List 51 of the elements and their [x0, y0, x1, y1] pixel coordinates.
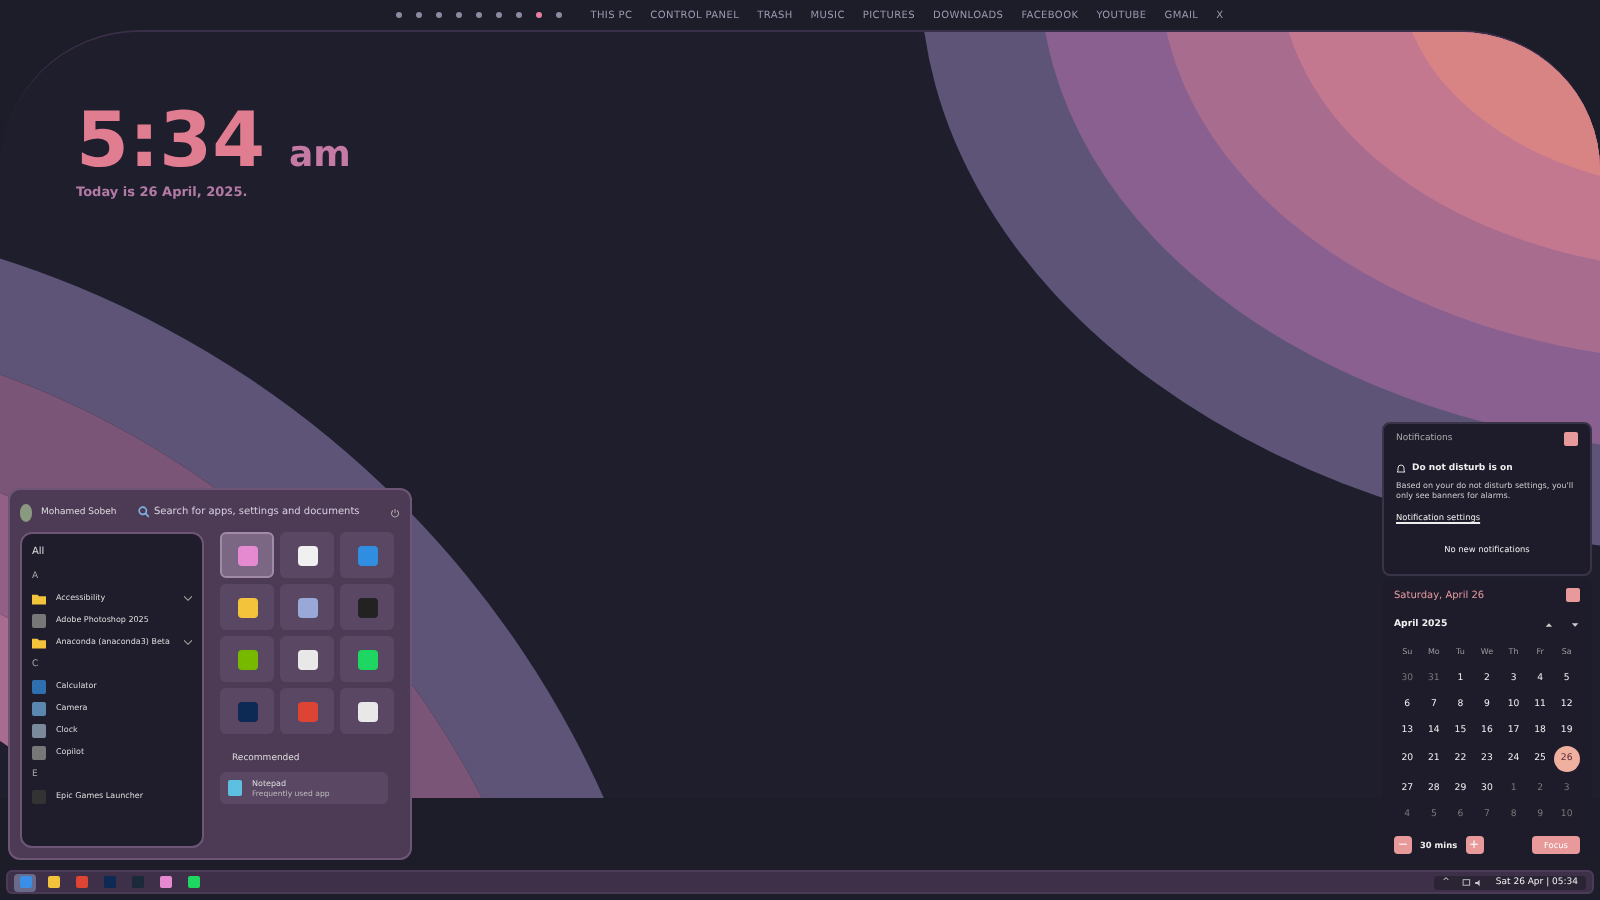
page-dot[interactable] — [396, 12, 403, 18]
app-icon — [237, 649, 257, 669]
app-icon — [297, 701, 317, 721]
power-icon[interactable] — [389, 505, 401, 519]
clock-time: 5:34 — [76, 102, 266, 178]
app-icon — [131, 876, 143, 888]
pinned-app[interactable] — [280, 636, 334, 682]
app-icon — [187, 876, 199, 888]
app-icon — [237, 545, 257, 565]
pinned-app[interactable] — [280, 584, 334, 630]
page-dot[interactable] — [476, 12, 483, 18]
taskbar-app[interactable] — [182, 873, 204, 891]
app-icon — [159, 876, 171, 888]
notepad-icon — [228, 780, 242, 796]
avatar-icon — [20, 503, 33, 521]
app-icon — [75, 876, 87, 888]
bell-icon — [1396, 464, 1406, 474]
app-icon — [237, 701, 257, 721]
month-nav-icon[interactable] — [1544, 620, 1580, 630]
app-icon — [47, 876, 59, 888]
app-icon — [357, 597, 377, 617]
page-dot[interactable] — [556, 12, 563, 18]
page-dot[interactable] — [496, 12, 503, 18]
pinned-app[interactable] — [340, 688, 394, 734]
clock-ampm: am — [289, 134, 351, 176]
page-dot[interactable] — [516, 12, 523, 18]
taskbar-app[interactable] — [42, 873, 64, 891]
page-dot[interactable] — [436, 12, 443, 18]
taskbar-app[interactable] — [14, 873, 36, 891]
app-icon — [103, 876, 115, 888]
pinned-app[interactable] — [340, 636, 394, 682]
pinned-app[interactable] — [220, 636, 274, 682]
folder-icon — [32, 592, 46, 606]
pinned-app[interactable] — [280, 532, 334, 578]
app-icon — [19, 876, 31, 888]
pinned-app[interactable] — [220, 584, 274, 630]
page-dot[interactable] — [536, 12, 543, 18]
app-icon — [297, 597, 317, 617]
search-icon — [137, 506, 150, 518]
app-icon — [32, 614, 46, 628]
page-dot[interactable] — [456, 12, 463, 18]
app-icon — [357, 701, 377, 721]
app-icon — [237, 597, 257, 617]
app-icon — [357, 649, 377, 669]
folder-icon — [32, 636, 46, 650]
page-dot[interactable] — [416, 12, 423, 18]
network-volume-icon[interactable] — [1461, 877, 1484, 887]
app-icon — [297, 545, 317, 565]
app-icon — [357, 545, 377, 565]
taskbar-app[interactable] — [154, 873, 176, 891]
app-icon — [297, 649, 317, 669]
